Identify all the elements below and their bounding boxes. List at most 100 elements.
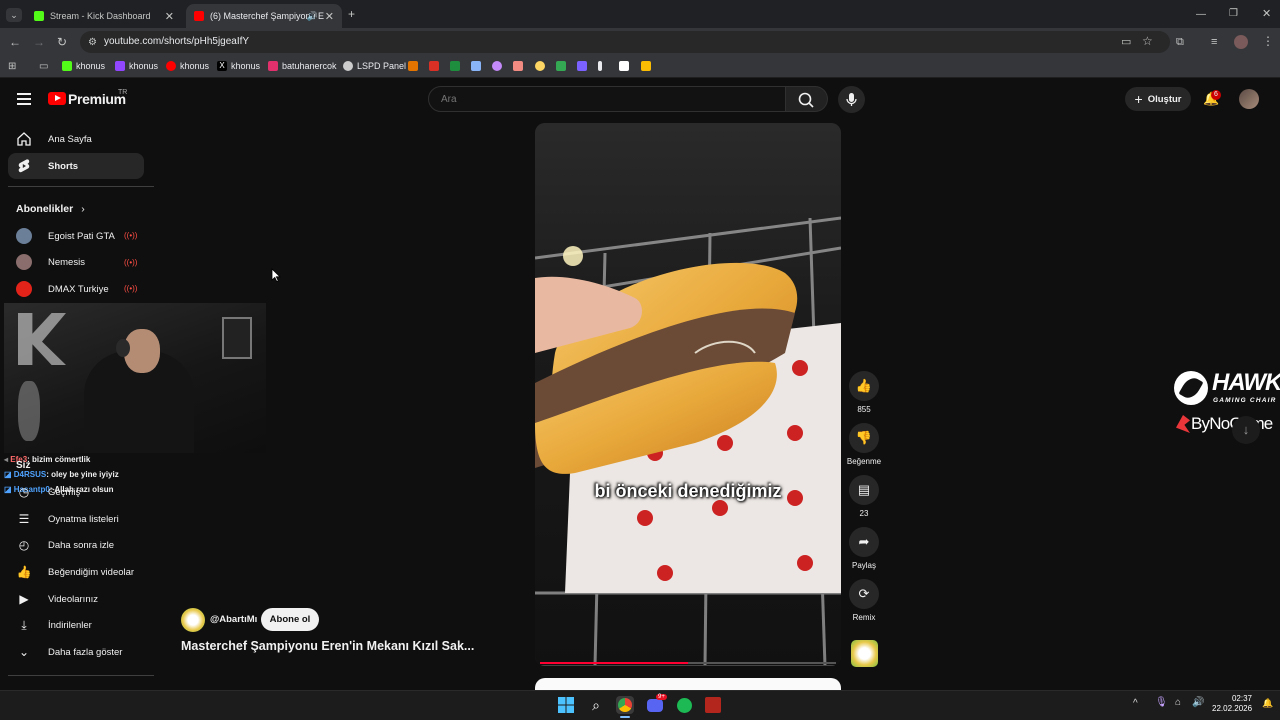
bookmark-docs-icon[interactable]: [471, 61, 481, 71]
folder-icon[interactable]: ▭: [39, 61, 48, 73]
close-icon[interactable]: ✕: [325, 10, 334, 23]
cast-icon[interactable]: ▭: [1121, 36, 1131, 48]
bookmark-instagram[interactable]: batuhanercok: [268, 61, 337, 71]
bookmark-site-icon[interactable]: [492, 61, 502, 71]
like-button[interactable]: 👍: [849, 371, 879, 401]
bookmark-site-icon[interactable]: [535, 61, 545, 71]
live-icon: ((•)): [124, 231, 138, 240]
bookmark-site-icon[interactable]: [598, 61, 602, 71]
bookmark-label: batuhanercok: [282, 61, 337, 71]
bookmark-star-icon[interactable]: ☆: [1142, 35, 1153, 47]
taskbar-spotify[interactable]: [675, 696, 693, 714]
back-icon[interactable]: ←: [9, 36, 21, 48]
short-video-player[interactable]: bi önceki denediğimiz: [535, 123, 841, 666]
close-icon[interactable]: ✕: [165, 10, 174, 23]
minimize-icon[interactable]: —: [1196, 9, 1206, 21]
video-progress-track[interactable]: [540, 662, 836, 664]
sidebar-item-playlists[interactable]: ☰ Oynatma listeleri: [8, 506, 144, 532]
dislike-button[interactable]: 👎: [849, 423, 879, 453]
share-label: Paylaş: [851, 561, 876, 570]
short-title[interactable]: Masterchef Şampiyonu Eren'in Mekanı Kızı…: [181, 639, 474, 653]
headphones: [116, 339, 130, 357]
bookmark-youtube[interactable]: khonus: [166, 61, 209, 71]
url-text[interactable]: youtube.com/shorts/pHh5jgeaIfY: [104, 36, 249, 47]
extensions-icon[interactable]: ⧉: [1176, 36, 1184, 48]
bookmark-gmail-icon[interactable]: [429, 61, 439, 71]
comment-count: 23: [859, 509, 869, 518]
subscription-item[interactable]: DMAX Turkiye: [16, 281, 109, 297]
subscribe-button[interactable]: Abone ol: [261, 608, 319, 631]
restore-icon[interactable]: ❐: [1229, 8, 1238, 20]
bookmark-site-icon[interactable]: [577, 61, 587, 71]
volume-icon[interactable]: 🔊: [1192, 697, 1204, 708]
subscription-item[interactable]: Egoist Pati GTA: [16, 228, 115, 244]
show-hidden-icons-icon[interactable]: ^: [1133, 698, 1138, 709]
site-info-icon[interactable]: ⚙: [88, 37, 97, 49]
youtube-logo-icon[interactable]: [48, 92, 66, 105]
subscription-item[interactable]: Nemesis: [16, 254, 85, 270]
tab-search-icon[interactable]: ⌄: [6, 8, 22, 22]
bookmark-kick[interactable]: khonus: [62, 61, 105, 71]
forward-icon[interactable]: →: [33, 36, 45, 48]
sound-thumbnail[interactable]: [851, 640, 878, 667]
notification-center-icon[interactable]: 🔔: [1262, 698, 1273, 709]
create-button[interactable]: + Oluştur: [1125, 87, 1191, 111]
remix-icon: ⟳: [858, 586, 870, 601]
sidebar-item-downloads[interactable]: ⤓ İndirilenler: [8, 612, 144, 638]
sidebar-item-liked-videos[interactable]: 👍 Beğendiğim videolar: [8, 559, 144, 585]
bookmark-site-icon[interactable]: [513, 61, 523, 71]
comments-button[interactable]: ▤: [849, 475, 879, 505]
subscriptions-heading[interactable]: Abonelikler ›: [16, 203, 85, 215]
next-short-preview[interactable]: [535, 678, 841, 690]
tab-kick-dashboard[interactable]: Stream - Kick Dashboard ✕: [26, 4, 182, 28]
sidebar-item-home[interactable]: Ana Sayfa: [8, 126, 144, 152]
new-tab-icon[interactable]: +: [348, 8, 355, 20]
clock-date: 22.02.2026: [1212, 704, 1253, 713]
sidebar-item-watch-later[interactable]: ◴ Daha sonra izle: [8, 532, 144, 558]
windows-start-button[interactable]: [557, 696, 575, 714]
apps-grid-icon[interactable]: ⊞: [8, 61, 16, 73]
menu-icon[interactable]: ⋮: [1262, 35, 1274, 47]
search-button[interactable]: [786, 86, 828, 112]
window-close-icon[interactable]: ✕: [1262, 8, 1271, 20]
tab-youtube-short[interactable]: (6) Masterchef Şampiyonu E 🔊 ✕: [186, 4, 342, 28]
voice-search-button[interactable]: [838, 86, 865, 113]
profile-avatar-icon[interactable]: [1234, 35, 1248, 49]
remix-button[interactable]: ⟳: [849, 579, 879, 609]
bookmark-lspd[interactable]: LSPD Panel: [343, 61, 406, 71]
bookmark-gmail-icon[interactable]: [408, 61, 418, 71]
share-button[interactable]: ➦: [849, 527, 879, 557]
speaker-icon[interactable]: 🔊: [307, 11, 318, 22]
taskbar-clock[interactable]: 02:37 22.02.2026: [1212, 694, 1252, 714]
network-icon[interactable]: ⌂: [1175, 697, 1181, 708]
sidebar-item-history[interactable]: ◷ Geçmiş: [8, 479, 144, 505]
bookmark-gmail-icon[interactable]: [450, 61, 460, 71]
sidebar-item-show-more[interactable]: ⌄ Daha fazla göster: [8, 639, 144, 665]
taskbar-app[interactable]: [704, 696, 722, 714]
media-controls-icon[interactable]: ≡: [1211, 36, 1217, 48]
you-section-title[interactable]: Siz: [16, 460, 30, 471]
sidebar-item-your-videos[interactable]: ▶ Videolarınız: [8, 586, 144, 612]
bookmark-x[interactable]: Xkhonus: [217, 61, 260, 71]
channel-avatar[interactable]: [181, 608, 205, 632]
bookmark-twitch[interactable]: khonus: [115, 61, 158, 71]
chat-user: D4RSUS: [13, 470, 47, 479]
microphone-icon[interactable]: 🎙: [1155, 697, 1168, 708]
account-avatar[interactable]: [1239, 89, 1259, 109]
taskbar-search-icon[interactable]: ⌕: [587, 696, 605, 714]
bookmark-label: khonus: [129, 61, 159, 71]
plus-icon: +: [1134, 91, 1143, 107]
live-icon: ((•)): [124, 258, 138, 267]
reload-icon[interactable]: ↻: [57, 36, 67, 48]
taskbar-chrome[interactable]: [616, 696, 634, 714]
channel-handle[interactable]: @AbartıMı: [210, 614, 257, 625]
bookmark-site-icon[interactable]: [641, 61, 651, 71]
scroll-down-button[interactable]: ↓: [1232, 416, 1260, 444]
hamburger-menu-icon[interactable]: [17, 93, 31, 105]
playlist-icon: ☰: [18, 512, 30, 526]
search-input[interactable]: [428, 86, 786, 112]
bookmark-site-icon[interactable]: [619, 61, 629, 71]
streamer-logo: [18, 313, 66, 365]
sidebar-item-shorts[interactable]: Shorts: [8, 153, 144, 179]
bookmark-sheets-icon[interactable]: [556, 61, 566, 71]
